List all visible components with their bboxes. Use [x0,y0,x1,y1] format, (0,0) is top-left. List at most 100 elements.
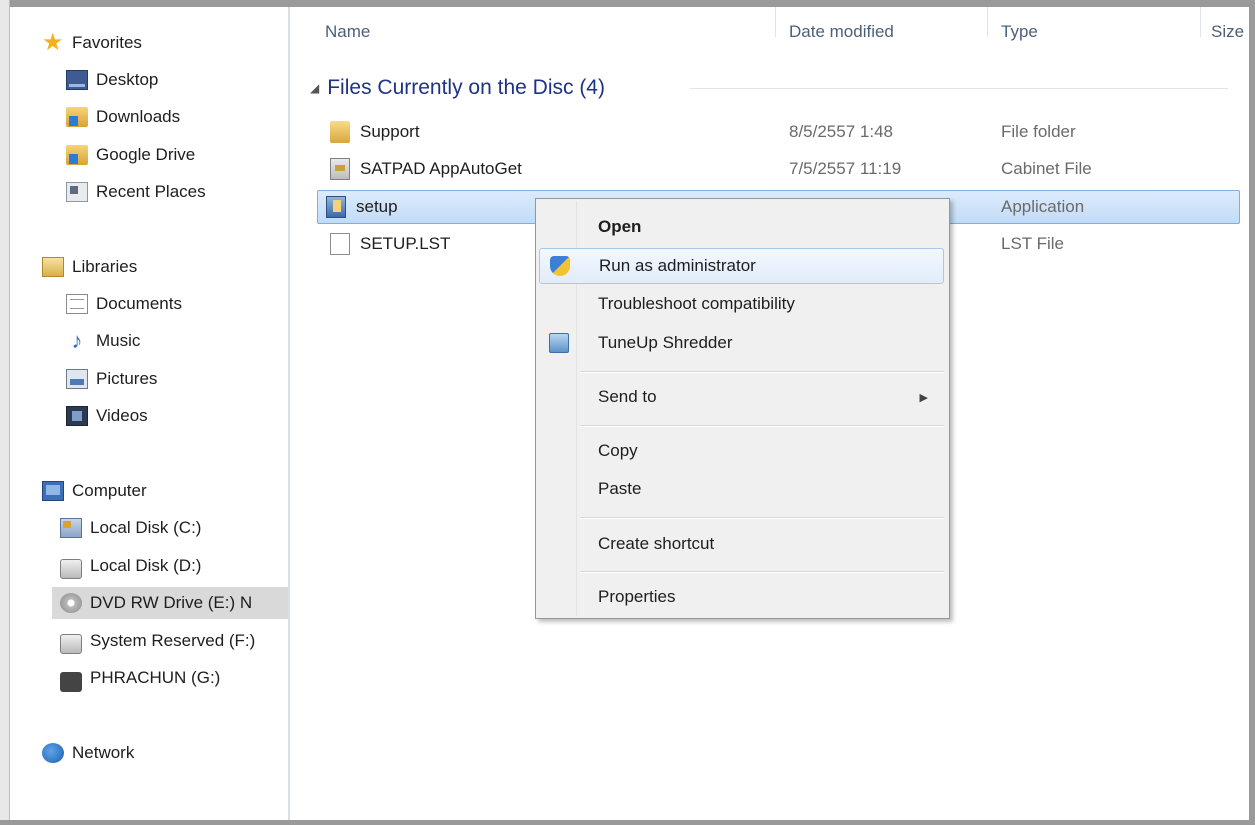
column-header-type[interactable]: Type [1001,7,1191,52]
nav-item-label: Videos [96,406,148,425]
removable-drive-icon [60,672,82,692]
google-drive-folder-icon [66,145,88,165]
file-row-setup[interactable]: setup [326,191,398,223]
nav-item-label: Recent Places [96,182,206,201]
music-note-icon: ♪ [71,328,83,353]
menu-item-open[interactable]: Open [539,209,944,245]
nav-item-documents[interactable]: Documents [66,288,182,320]
cabinet-file-icon [330,158,350,180]
column-header-size[interactable]: Size [1211,7,1249,52]
column-header-label: Type [1001,22,1038,41]
menu-item-label: Run as administrator [599,256,756,275]
libraries-icon [42,257,64,277]
window-bottom-border [0,820,1255,825]
submenu-arrow-icon: ▶ [919,391,928,404]
menu-item-create-shortcut[interactable]: Create shortcut [539,526,944,562]
nav-item-music[interactable]: ♪ Music [66,325,141,357]
menu-item-label: Properties [598,587,676,606]
nav-item-google-drive[interactable]: Google Drive [66,139,195,171]
nav-item-label: Desktop [96,70,159,89]
file-type: File folder [1001,122,1076,141]
nav-item-label: Google Drive [96,145,196,164]
nav-item-label: Documents [96,294,182,313]
menu-separator [580,371,944,373]
column-header-label: Date modified [789,22,894,41]
group-divider [690,88,1228,89]
menu-item-properties[interactable]: Properties [539,579,944,615]
nav-item-label: Downloads [96,107,181,126]
column-header-label: Name [325,22,371,41]
nav-item-downloads[interactable]: Downloads [66,101,180,133]
menu-item-send-to[interactable]: Send to ▶ [539,379,944,415]
nav-item-local-disk-c[interactable]: Local Disk (C:) [60,512,201,544]
nav-item-pictures[interactable]: Pictures [66,363,157,395]
videos-icon [66,406,88,426]
menu-item-run-as-administrator[interactable]: Run as administrator [539,248,944,284]
nav-item-recent-places[interactable]: Recent Places [66,176,206,208]
menu-item-label: Paste [598,479,642,498]
file-name: Support [360,122,420,141]
column-separator[interactable] [1200,7,1201,37]
menu-item-tuneup-shredder[interactable]: TuneUp Shredder [539,325,944,361]
menu-item-troubleshoot-compatibility[interactable]: Troubleshoot compatibility [539,286,944,322]
context-menu: Open Run as administrator Troubleshoot c… [535,198,950,619]
nav-item-videos[interactable]: Videos [66,400,148,432]
nav-item-system-reserved[interactable]: System Reserved (F:) [60,625,288,657]
menu-item-copy[interactable]: Copy [539,433,944,469]
nav-libraries-label: Libraries [72,257,138,276]
nav-item-label: DVD RW Drive (E:) N [90,593,253,612]
nav-item-dvd-drive[interactable]: DVD RW Drive (E:) N [52,587,288,619]
file-type: Cabinet File [1001,159,1092,178]
nav-item-local-disk-d[interactable]: Local Disk (D:) [60,550,201,582]
nav-item-label: System Reserved (F:) [90,631,256,650]
window-left-border [0,0,10,825]
file-row-support[interactable]: Support [330,116,420,148]
recent-places-icon [66,182,88,202]
column-separator[interactable] [775,7,776,37]
nav-item-label: PHRACHUN (G:) [90,668,221,687]
nav-item-desktop[interactable]: Desktop [66,64,158,96]
documents-icon [66,294,88,314]
menu-separator [580,425,944,427]
window-top-border [0,0,1255,7]
menu-item-paste[interactable]: Paste [539,471,944,507]
star-icon: ★ [42,29,64,56]
nav-item-phrachun[interactable]: PHRACHUN (G:) [60,662,220,694]
file-type: Application [1001,197,1085,216]
system-drive-icon [60,518,82,538]
file-row-setup-lst[interactable]: SETUP.LST [330,228,450,260]
file-icon [330,233,350,255]
column-separator[interactable] [987,7,988,37]
window-right-border [1249,0,1255,825]
desktop-icon [66,70,88,90]
application-icon [326,196,346,218]
menu-item-label: TuneUp Shredder [598,333,733,352]
file-name: SATPAD AppAutoGet [360,159,522,178]
menu-item-label: Troubleshoot compatibility [598,294,795,313]
pictures-icon [66,369,88,389]
collapse-triangle-icon[interactable]: ◢ [310,81,319,95]
file-name: setup [356,197,398,216]
nav-item-label: Local Disk (C:) [90,518,202,537]
menu-item-label: Copy [598,441,638,460]
nav-network[interactable]: Network [42,737,134,769]
dvd-drive-icon [60,593,82,613]
nav-computer-label: Computer [72,481,147,500]
menu-separator [580,517,944,519]
network-icon [42,743,64,763]
file-row-satpad[interactable]: SATPAD AppAutoGet [330,153,522,185]
nav-item-label: Local Disk (D:) [90,556,202,575]
nav-favorites-label: Favorites [72,33,142,52]
column-header-date-modified[interactable]: Date modified [789,7,979,52]
file-date: 7/5/2557 11:19 [789,159,902,178]
nav-network-label: Network [72,743,135,762]
group-header-label: Files Currently on the Disc (4) [327,76,605,99]
nav-favorites[interactable]: ★ Favorites [42,27,142,59]
nav-libraries[interactable]: Libraries [42,251,137,283]
column-header-label: Size [1211,22,1245,41]
column-header-name[interactable]: Name [325,7,770,52]
file-name: SETUP.LST [360,234,451,253]
group-header[interactable]: ◢ Files Currently on the Disc (4) [310,72,605,104]
hard-drive-icon [60,559,82,579]
nav-computer[interactable]: Computer [42,475,147,507]
